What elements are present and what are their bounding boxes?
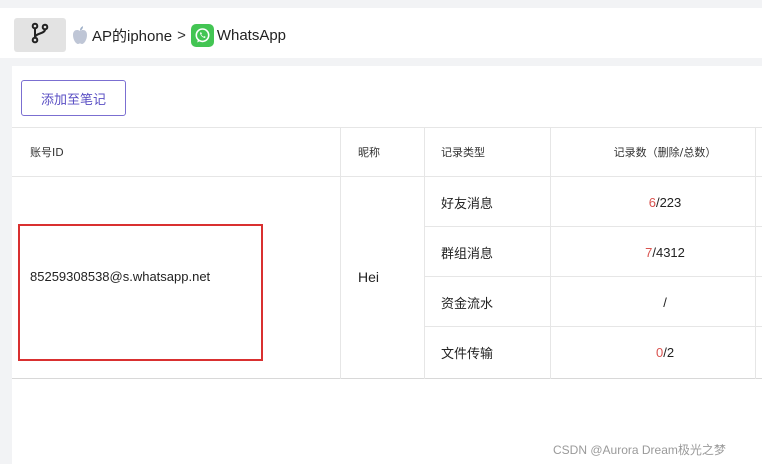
nickname-cell: Hei (358, 269, 380, 285)
total-count: 223 (659, 194, 682, 210)
branch-button[interactable] (14, 18, 66, 52)
record-type: 文件传输 (441, 346, 494, 362)
total-count: 4312 (655, 244, 685, 260)
count-slash: / (663, 294, 667, 310)
header-nickname: 昵称 (358, 146, 380, 159)
column-divider (755, 127, 756, 379)
top-bar: AP的iphone > WhatsApp (0, 8, 762, 58)
record-count: / (563, 277, 762, 327)
record-count: 0/2 (563, 327, 762, 377)
breadcrumb-separator: > (177, 26, 186, 44)
record-row-fund-flow[interactable]: 资金流水 / (425, 277, 762, 327)
content-panel: 添加至笔记 账号ID 昵称 记录类型 记录数（删除/总数） 8525930853… (12, 66, 762, 464)
watermark: CSDN @Aurora Dream极光之梦 (553, 443, 726, 457)
table-row: 85259308538@s.whatsapp.net Hei 好友消息 6/22… (12, 177, 762, 379)
breadcrumb-device[interactable]: AP的iphone (92, 25, 172, 46)
total-count: 2 (666, 344, 675, 360)
record-row-file-transfer[interactable]: 文件传输 0/2 (425, 327, 762, 377)
records-table: 账号ID 昵称 记录类型 记录数（删除/总数） 85259308538@s.wh… (12, 127, 762, 379)
apple-icon (72, 25, 88, 45)
deleted-count: 6 (648, 194, 656, 210)
header-record-count: 记录数（删除/总数） (613, 146, 717, 159)
header-account-id: 账号ID (30, 146, 64, 159)
record-type: 群组消息 (441, 246, 494, 262)
breadcrumb: AP的iphone > WhatsApp (72, 22, 286, 48)
deleted-count: 7 (645, 244, 653, 260)
deleted-count: 0 (655, 344, 664, 360)
branch-icon (29, 22, 51, 48)
record-row-friend-messages[interactable]: 好友消息 6/223 (425, 177, 762, 227)
record-row-group-messages[interactable]: 群组消息 7/4312 (425, 227, 762, 277)
header-record-type: 记录类型 (441, 146, 485, 159)
table-header: 账号ID 昵称 记录类型 记录数（删除/总数） (12, 127, 762, 177)
record-count: 6/223 (563, 177, 762, 227)
column-divider (340, 127, 341, 379)
column-divider (550, 127, 551, 379)
record-type: 好友消息 (441, 196, 494, 212)
record-type: 资金流水 (441, 296, 494, 312)
record-count: 7/4312 (563, 227, 762, 277)
add-to-notes-button[interactable]: 添加至笔记 (21, 80, 126, 116)
breadcrumb-app[interactable]: WhatsApp (217, 27, 286, 44)
column-divider (424, 127, 425, 379)
highlight-box (18, 224, 263, 361)
whatsapp-icon (190, 23, 214, 47)
